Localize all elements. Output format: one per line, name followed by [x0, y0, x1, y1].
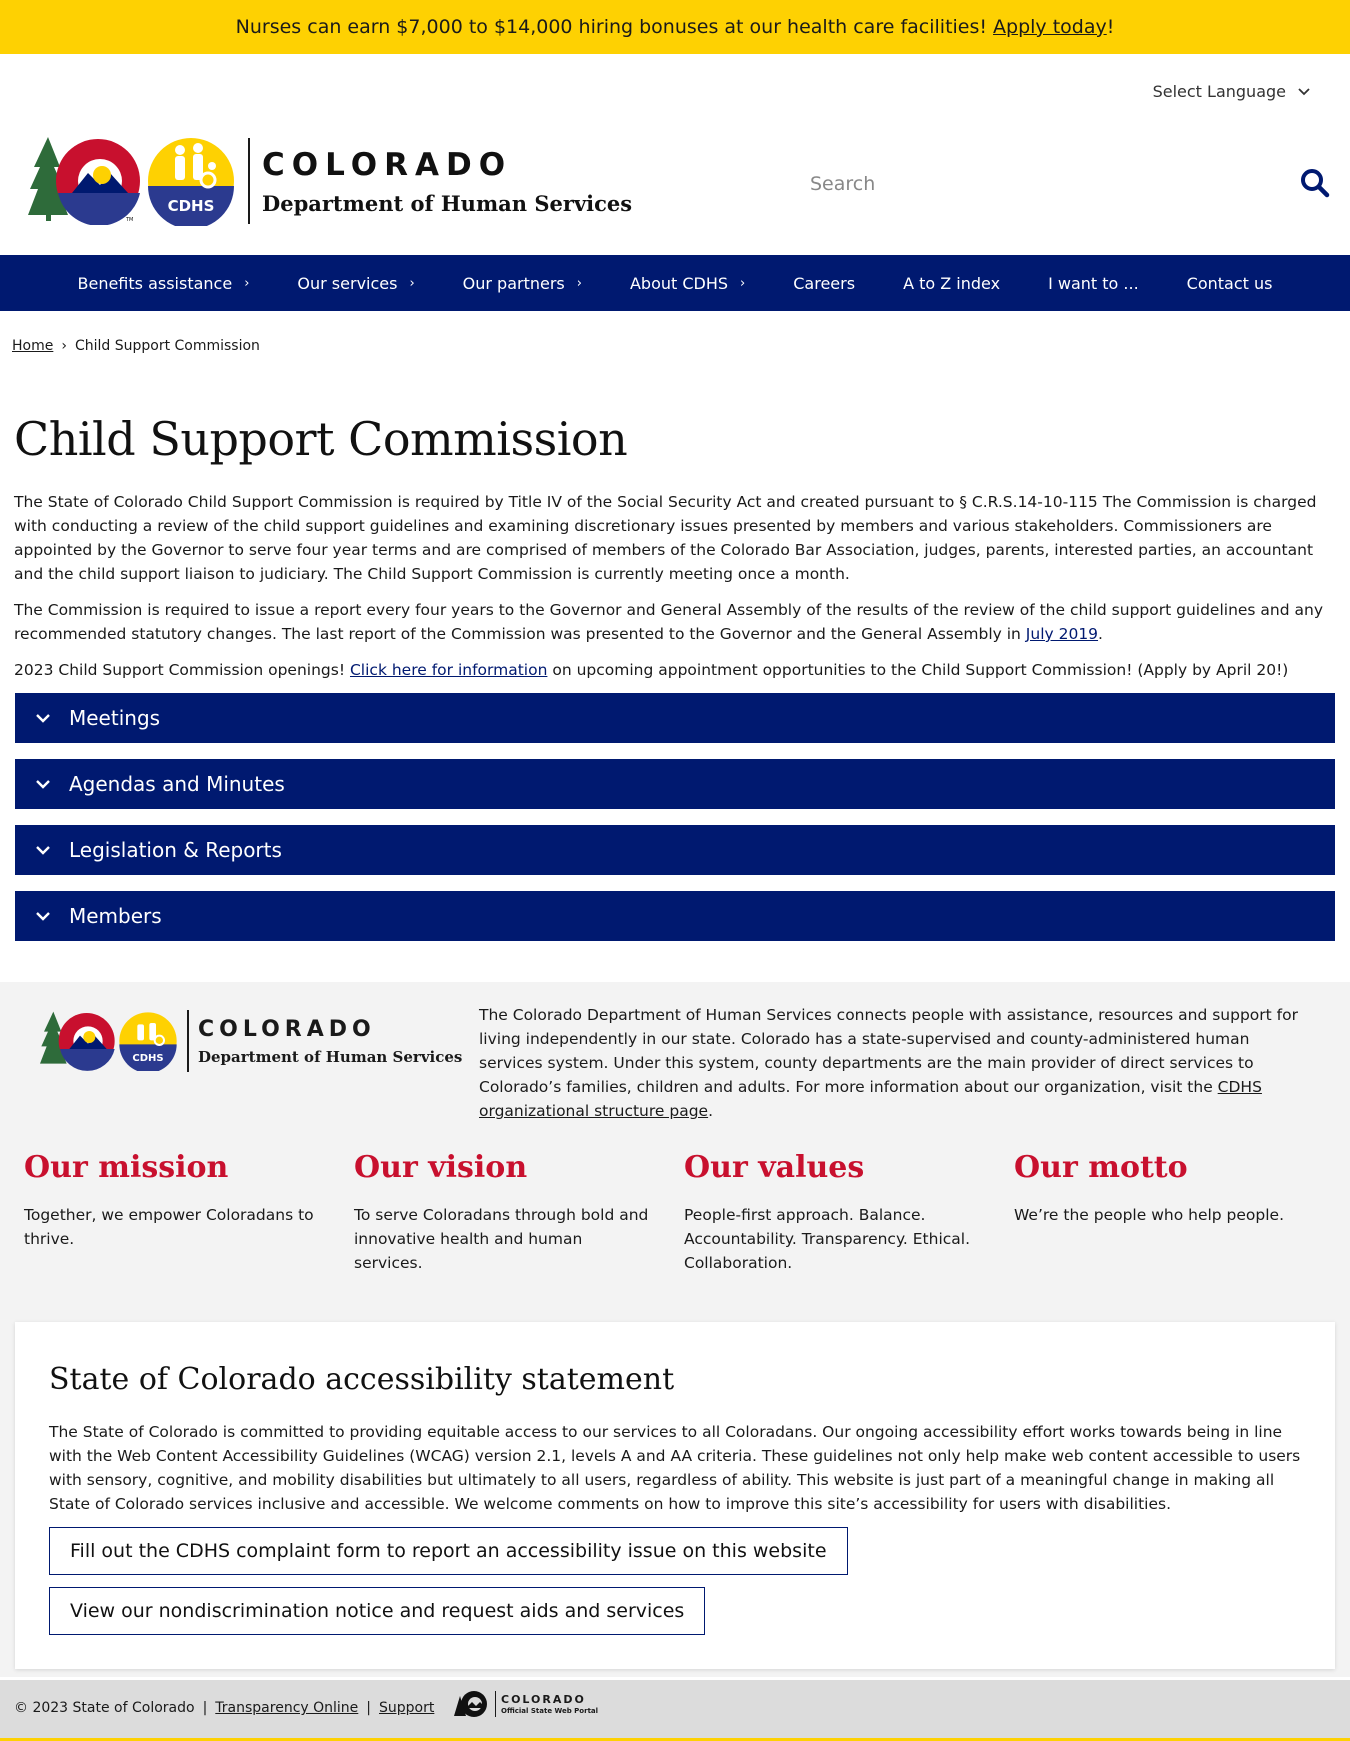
colorado-c-icon: TM [28, 137, 140, 225]
nav-about-cdhs[interactable]: About CDHS › [606, 274, 769, 293]
colorado-c-icon [40, 1011, 115, 1071]
nondiscrimination-button[interactable]: View our nondiscrimination notice and re… [49, 1587, 706, 1635]
portal-subtitle: Official State Web Portal [501, 1707, 599, 1715]
alert-text: Nurses can earn $7,000 to $14,000 hiring… [235, 16, 988, 38]
nav-contact-us[interactable]: Contact us [1163, 274, 1297, 293]
footer-separator: | [202, 1700, 208, 1716]
page-title: Child Support Commission [14, 412, 628, 466]
accordion-label: Agendas and Minutes [69, 772, 285, 796]
values-text: People-first approach. Balance. Accounta… [684, 1206, 971, 1272]
vision-text: To serve Coloradans through bold and inn… [354, 1206, 649, 1272]
accordion-label: Members [69, 904, 162, 928]
alert-banner: Nurses can earn $7,000 to $14,000 hiring… [0, 0, 1350, 54]
nav-our-services[interactable]: Our services › [273, 274, 438, 293]
accordion-label: Legislation & Reports [69, 838, 282, 862]
transparency-online-link[interactable]: Transparency Online [215, 1700, 358, 1716]
footer-separator: | [366, 1700, 372, 1716]
svg-text:TM: TM [125, 217, 133, 223]
search-icon[interactable] [1300, 168, 1330, 198]
vision-block: Our vision To serve Coloradans through b… [354, 1150, 684, 1275]
main-navigation: Benefits assistance › Our services › Our p… [0, 255, 1350, 311]
mission-block: Our mission Together, we empower Colorad… [24, 1150, 354, 1275]
cdhs-badge-icon: CDHS [148, 138, 234, 226]
support-link[interactable]: Support [379, 1700, 434, 1716]
colorado-c-icon [454, 1691, 487, 1717]
motto-title: Our motto [1014, 1150, 1188, 1185]
portal-colorado: COLORADO [501, 1693, 586, 1706]
intro-paragraph: The State of Colorado Child Support Comm… [14, 493, 1317, 583]
nav-our-partners[interactable]: Our partners › [439, 274, 606, 293]
nav-careers[interactable]: Careers [769, 274, 879, 293]
nav-a-to-z-index[interactable]: A to Z index [879, 274, 1024, 293]
breadcrumb-separator: › [61, 338, 67, 354]
values-title: Our values [684, 1150, 865, 1185]
chevron-down-icon [36, 780, 50, 789]
openings-paragraph: 2023 Child Support Commission openings! … [14, 661, 1289, 679]
brand-colorado: COLORADO [262, 146, 513, 183]
values-block: Our values People-first approach. Balanc… [684, 1150, 1014, 1275]
cdhs-logo[interactable]: TM CDHS COLORADO Department of Human Ser… [28, 136, 632, 226]
logo-divider [248, 138, 250, 224]
chevron-right-icon: › [740, 275, 746, 291]
brand-department: Department of Human Services [198, 1047, 463, 1066]
alert-suffix: ! [1106, 16, 1115, 38]
click-here-link[interactable]: Click here for information [350, 661, 547, 679]
logo-divider [495, 1691, 496, 1717]
copyright-text: © 2023 State of Colorado [14, 1700, 195, 1716]
nav-benefits-assistance[interactable]: Benefits assistance › [54, 274, 274, 293]
brand-department: Department of Human Services [262, 190, 633, 216]
language-label: Select Language [1152, 82, 1286, 101]
language-selector[interactable]: Select Language [1153, 82, 1310, 101]
motto-text: We’re the people who help people. [1014, 1206, 1285, 1224]
report-paragraph: The Commission is required to issue a re… [14, 601, 1324, 643]
footer-cdhs-logo[interactable]: CDHS COLORADO Department of Human Servic… [40, 1010, 462, 1072]
chevron-right-icon: › [244, 275, 250, 291]
chevron-down-icon [1298, 85, 1310, 99]
chevron-right-icon: › [409, 275, 415, 291]
accessibility-statement-card: State of Colorado accessibility statemen… [15, 1322, 1335, 1669]
mission-title: Our mission [24, 1150, 229, 1185]
chevron-down-icon [36, 714, 50, 723]
cdhs-badge-text: CDHS [132, 1053, 163, 1064]
chevron-down-icon [36, 846, 50, 855]
logo-divider [187, 1010, 189, 1072]
brand-colorado: COLORADO [198, 1016, 376, 1042]
chevron-down-icon [36, 912, 50, 921]
july-2019-link[interactable]: July 2019 [1026, 625, 1098, 643]
cdhs-badge-icon: CDHS [119, 1012, 177, 1071]
accessibility-text: The State of Colorado is committed to pr… [49, 1423, 1301, 1513]
mission-text: Together, we empower Coloradans to thriv… [24, 1206, 314, 1248]
search-input[interactable] [810, 173, 1270, 195]
vision-title: Our vision [354, 1150, 528, 1185]
breadcrumb: Home › Child Support Commission [12, 338, 260, 354]
accordion-agendas-minutes[interactable]: Agendas and Minutes [15, 759, 1335, 809]
chevron-right-icon: › [576, 275, 582, 291]
state-portal-logo[interactable]: COLORADO Official State Web Portal [454, 1690, 598, 1718]
apply-today-link[interactable]: Apply today [993, 16, 1107, 38]
motto-block: Our motto We’re the people who help peop… [1014, 1150, 1344, 1275]
values-section: Our mission Together, we empower Colorad… [24, 1150, 1344, 1275]
cdhs-badge-text: CDHS [168, 197, 215, 215]
accordion-members[interactable]: Members [15, 891, 1335, 941]
page-content: The State of Colorado Child Support Comm… [14, 490, 1336, 694]
accordion-meetings[interactable]: Meetings [15, 693, 1335, 743]
breadcrumb-home-link[interactable]: Home [12, 338, 53, 354]
nav-i-want-to[interactable]: I want to ... [1024, 274, 1163, 293]
footer-bottom-bar: © 2023 State of Colorado | Transparency … [0, 1680, 1350, 1741]
accordion-legislation-reports[interactable]: Legislation & Reports [15, 825, 1335, 875]
footer-about-text: The Colorado Department of Human Service… [479, 1006, 1298, 1120]
accordion-label: Meetings [69, 706, 161, 730]
complaint-form-button[interactable]: Fill out the CDHS complaint form to repo… [49, 1527, 848, 1575]
breadcrumb-current: Child Support Commission [74, 338, 260, 354]
search-bar [810, 164, 1330, 204]
accessibility-title: State of Colorado accessibility statemen… [49, 1362, 675, 1397]
